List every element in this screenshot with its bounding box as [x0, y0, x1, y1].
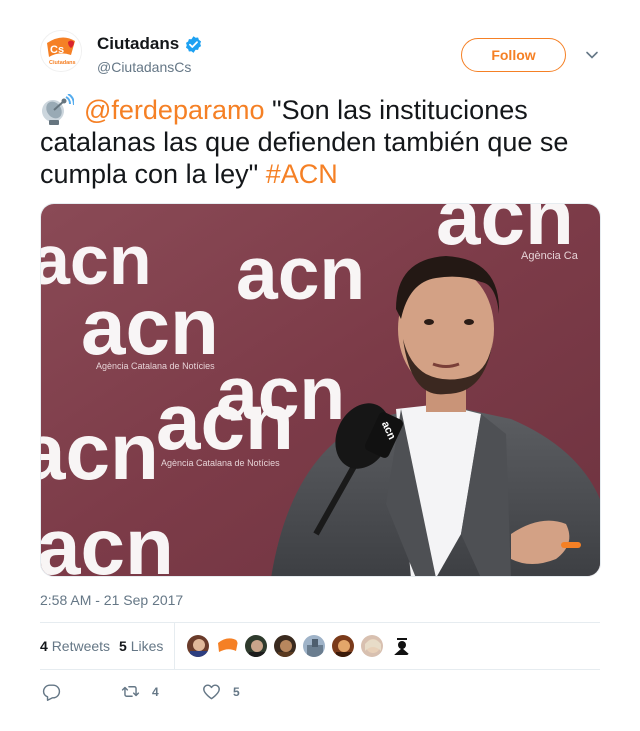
- reply-action[interactable]: [42, 682, 73, 701]
- account-avatar[interactable]: Cs Ciutadans: [40, 30, 82, 72]
- follow-button[interactable]: Follow: [461, 38, 566, 72]
- retweet-count: 4: [152, 684, 159, 699]
- liker-avatar[interactable]: [331, 634, 355, 658]
- stats-divider: [174, 623, 175, 670]
- retweet-action[interactable]: 4: [121, 682, 159, 701]
- liker-avatar[interactable]: [302, 634, 326, 658]
- heart-icon: [203, 684, 220, 700]
- liker-avatars: [186, 634, 418, 658]
- liker-avatar[interactable]: [244, 634, 268, 658]
- backdrop-subtitle: Agència Catalana de Notícies: [96, 361, 215, 371]
- tweet-photo[interactable]: acn acn acn acn acn acn acn acn Agència …: [40, 203, 601, 577]
- backdrop-logo: acn: [41, 502, 174, 577]
- backdrop-subtitle: Agència Ca: [521, 250, 579, 262]
- likes-stat[interactable]: 5 Likes: [119, 638, 163, 654]
- verified-badge-icon: [186, 35, 202, 53]
- backdrop-logo: acn: [236, 231, 365, 315]
- liker-avatar[interactable]: [186, 634, 210, 658]
- like-action[interactable]: 5: [202, 682, 240, 701]
- tweet-header: Cs Ciutadans Ciutadans @CiutadansCs Foll…: [40, 30, 600, 80]
- display-name[interactable]: Ciutadans: [97, 34, 179, 54]
- tweet-timestamp[interactable]: 2:58 AM - 21 Sep 2017: [40, 592, 183, 608]
- tweet-actions: 4 5: [40, 678, 600, 704]
- backdrop-logo: acn: [156, 377, 294, 466]
- retweets-label: Retweets: [51, 638, 111, 654]
- avatar-initials: Cs: [50, 44, 64, 56]
- retweets-stat[interactable]: 4 Retweets: [40, 638, 110, 654]
- hashtag-link[interactable]: #ACN: [266, 159, 338, 189]
- engagement-stats: 4 Retweets 5 Likes: [40, 622, 600, 670]
- likes-count: 5: [119, 638, 127, 654]
- avatar-wordmark: Ciutadans: [49, 60, 76, 66]
- chevron-down-icon[interactable]: [585, 48, 599, 62]
- reply-icon: [42, 684, 61, 701]
- liker-avatar[interactable]: [215, 634, 239, 658]
- retweets-count: 4: [40, 638, 48, 654]
- tweet-text: @ferdeparamo "Son las instituciones cata…: [40, 94, 600, 190]
- liker-avatar[interactable]: [360, 634, 384, 658]
- liker-avatar[interactable]: [273, 634, 297, 658]
- retweet-icon: [121, 686, 140, 697]
- backdrop-logo: acn: [41, 407, 159, 496]
- likes-label: Likes: [130, 638, 164, 654]
- liker-avatar[interactable]: [389, 634, 413, 658]
- backdrop-logo: acn: [81, 282, 219, 371]
- backdrop-subtitle: Agència Catalana de Notícies: [161, 458, 280, 468]
- like-count: 5: [233, 684, 240, 699]
- account-handle[interactable]: @CiutadansCs: [97, 59, 191, 75]
- satellite-dish-icon: [42, 94, 74, 125]
- mention-link[interactable]: @ferdeparamo: [84, 95, 265, 125]
